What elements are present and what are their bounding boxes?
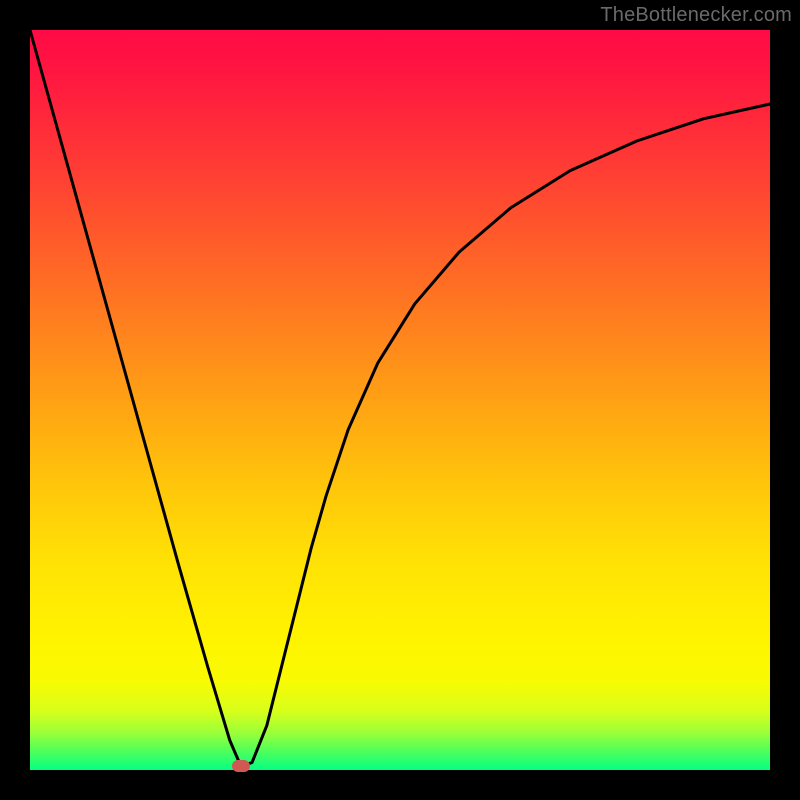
chart-frame: TheBottlenecker.com <box>0 0 800 800</box>
plot-area <box>30 30 770 770</box>
bottleneck-curve <box>30 30 770 770</box>
optimum-marker <box>232 760 250 772</box>
attribution-label: TheBottlenecker.com <box>600 4 792 27</box>
